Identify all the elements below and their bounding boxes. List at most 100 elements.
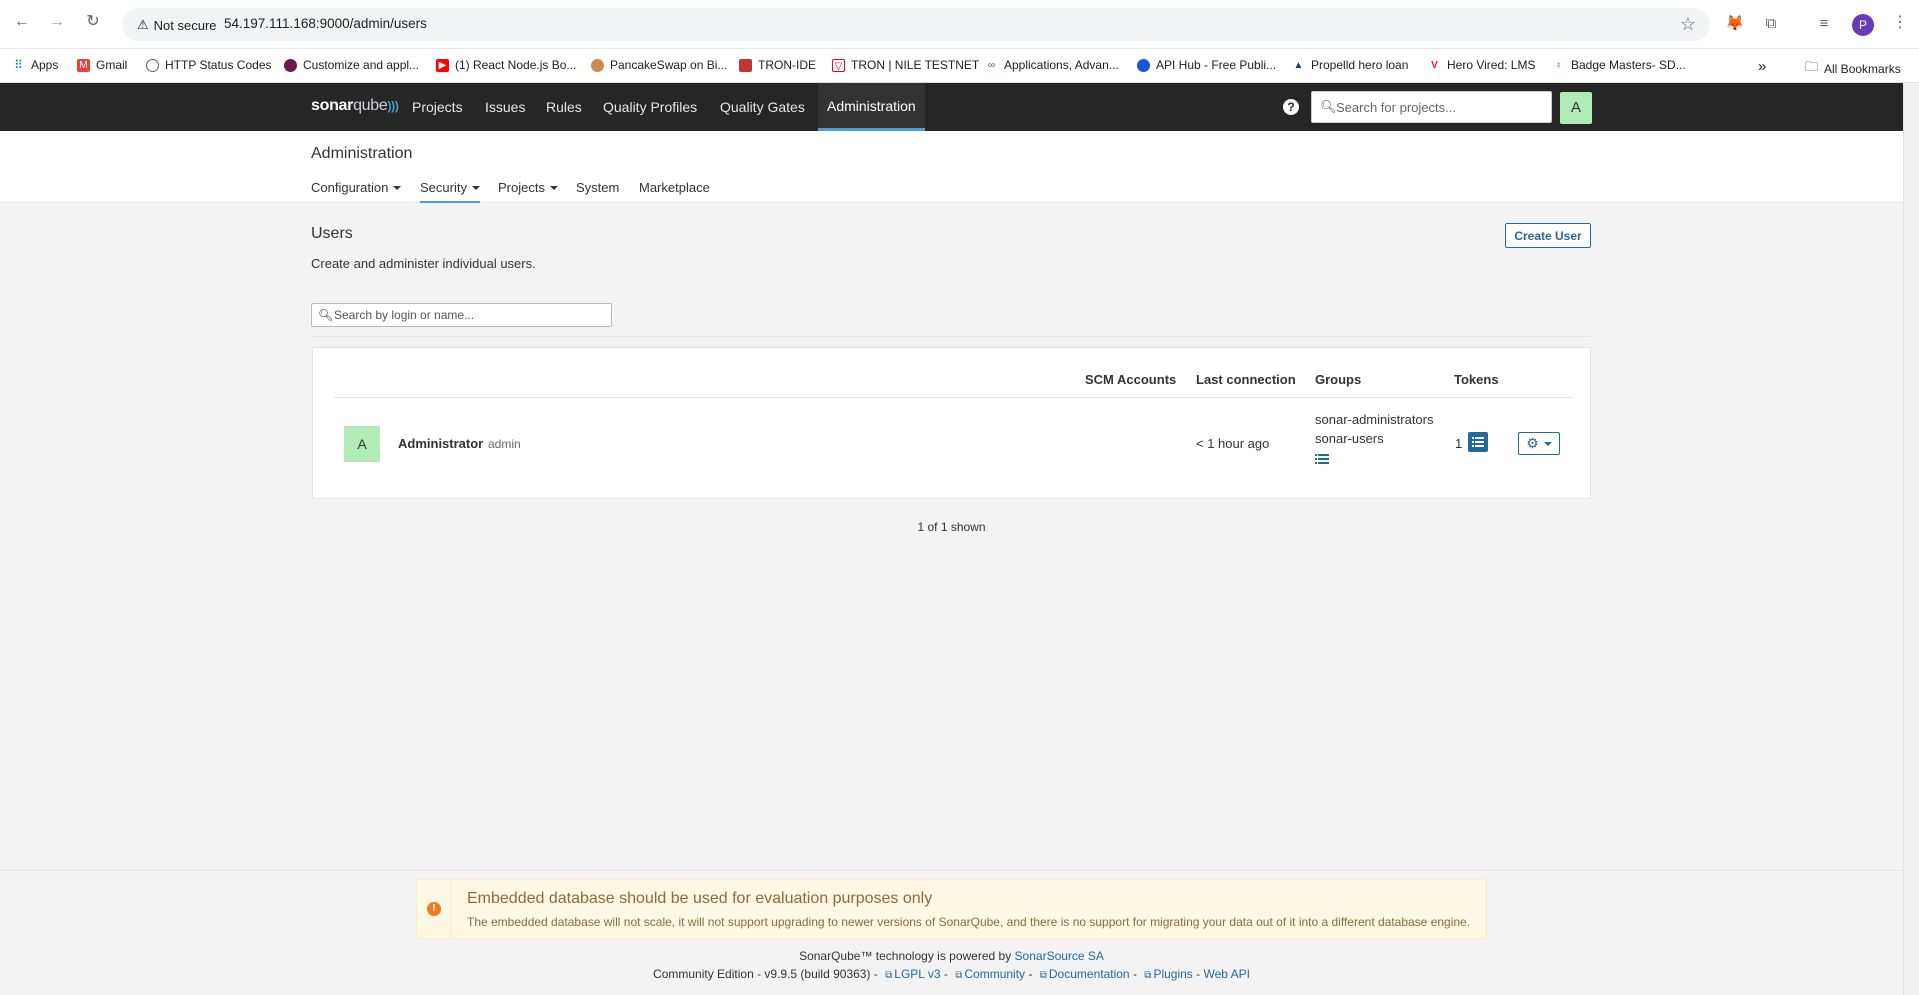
menu-configuration[interactable]: Configuration — [311, 180, 402, 201]
search-icon: 🔍︎ — [318, 308, 334, 322]
alert-icon-container: ! — [417, 880, 451, 938]
footer-divider — [0, 870, 1903, 871]
group-item: sonar-users — [1315, 431, 1384, 446]
external-link-icon: ⧉ — [955, 970, 963, 981]
column-last-connection: Last connection — [1196, 372, 1296, 387]
column-scm-accounts: SCM Accounts — [1085, 372, 1177, 387]
apps-grid-icon: ⠿ — [14, 57, 23, 72]
menu-security[interactable]: Security — [420, 180, 480, 203]
all-bookmarks[interactable]: 🗀 All Bookmarks — [1805, 58, 1901, 80]
users-description: Create and administer individual users. — [311, 256, 536, 271]
address-bar[interactable]: ⚠ Not secure 54.197.111.168:9000/admin/u… — [122, 8, 1710, 41]
bookmark-http-status[interactable]: HTTP Status Codes — [146, 58, 272, 72]
propelld-icon: ▲ — [1293, 59, 1304, 71]
bookmark-tron-nile[interactable]: ▽ TRON | NILE TESTNET — [832, 58, 979, 72]
users-title: Users — [311, 225, 353, 242]
user-login: admin — [488, 437, 521, 451]
url-text[interactable]: 54.197.111.168:9000/admin/users — [224, 16, 427, 31]
nav-administration[interactable]: Administration — [818, 83, 925, 131]
bookmark-apps[interactable]: ⠿ Apps — [12, 58, 58, 72]
sonarqube-logo[interactable]: sonarqube))) — [311, 97, 399, 115]
search-icon: 🔍︎ — [1320, 99, 1337, 114]
more-bookmarks-icon[interactable]: » — [1758, 58, 1766, 75]
external-link-icon: ⧉ — [1039, 970, 1047, 981]
nav-projects[interactable]: Projects — [403, 83, 472, 131]
nav-rules[interactable]: Rules — [537, 83, 591, 131]
community-link[interactable]: Community — [964, 967, 1025, 981]
chevron-down-icon — [471, 185, 480, 190]
column-groups: Groups — [1315, 372, 1362, 387]
project-search-input[interactable] — [1336, 96, 1546, 118]
user-search-input[interactable] — [334, 306, 604, 324]
folder-icon: 🗀 — [1805, 59, 1819, 74]
badge-icon: ♁ — [1554, 59, 1563, 71]
chevron-down-icon — [393, 185, 402, 190]
menu-marketplace[interactable]: Marketplace — [639, 180, 710, 201]
documentation-link[interactable]: Documentation — [1049, 967, 1130, 981]
create-user-button[interactable]: Create User — [1505, 223, 1591, 248]
user-name: Administrator — [398, 436, 484, 451]
security-chip[interactable]: ⚠ Not secure — [130, 14, 224, 36]
metamask-fox-icon[interactable]: 🦊 — [1724, 13, 1746, 35]
menu-system[interactable]: System — [576, 180, 619, 201]
nav-quality-profiles[interactable]: Quality Profiles — [594, 83, 706, 131]
extensions-puzzle-icon[interactable]: ⧉ — [1760, 13, 1782, 35]
external-link-icon: ⧉ — [1144, 970, 1152, 981]
menu-projects[interactable]: Projects — [498, 180, 558, 201]
alert-text: The embedded database will not scale, it… — [467, 915, 1471, 929]
applications-icon: ∞ — [987, 59, 996, 71]
bookmark-hero-vired[interactable]: V Hero Vired: LMS — [1428, 58, 1535, 72]
browser-toolbar: ← → ↻ ⚠ Not secure 54.197.111.168:9000/a… — [0, 0, 1919, 49]
forward-icon[interactable]: → — [47, 12, 67, 32]
bookmark-pancakeswap[interactable]: PancakeSwap on Bi... — [591, 58, 727, 72]
sonarsource-link[interactable]: SonarSource SA — [1015, 949, 1104, 963]
pagination-count: 1 of 1 shown — [917, 520, 986, 534]
reload-icon[interactable]: ↻ — [83, 12, 103, 32]
tokens-list-icon[interactable] — [1468, 432, 1488, 452]
tron-ide-icon — [739, 58, 752, 72]
alert-title: Embedded database should be used for eva… — [467, 890, 933, 907]
bookmark-applications[interactable]: ∞ Applications, Advan... — [985, 58, 1119, 72]
bookmark-react-node[interactable]: ▶ (1) React Node.js Bo... — [436, 58, 576, 72]
bookmark-propelld[interactable]: ▲ Propelld hero loan — [1292, 58, 1409, 72]
help-icon[interactable]: ? — [1283, 99, 1299, 115]
api-hub-icon — [1137, 58, 1150, 72]
bookmark-gmail[interactable]: M Gmail — [77, 58, 127, 72]
web-api-link[interactable]: Web API — [1203, 967, 1249, 981]
user-search-box[interactable]: 🔍︎ — [311, 303, 612, 327]
external-link-icon: ⧉ — [885, 970, 893, 981]
page-scrollbar[interactable] — [1903, 83, 1919, 995]
edit-groups-list-icon[interactable] — [1315, 452, 1329, 466]
admin-header: Administration Configuration Security Pr… — [0, 131, 1903, 203]
header-divider — [333, 397, 1572, 398]
bookmark-customize[interactable]: Customize and appl... — [284, 58, 419, 72]
media-queue-icon[interactable]: ≡ — [1813, 13, 1835, 35]
nav-quality-gates[interactable]: Quality Gates — [711, 83, 814, 131]
bookmark-star-icon[interactable]: ☆ — [1680, 14, 1696, 35]
users-table: SCM Accounts Last connection Groups Toke… — [312, 347, 1591, 499]
user-avatar[interactable]: A — [1560, 92, 1592, 124]
page-title: Administration — [311, 145, 413, 162]
logo-wave-icon: ))) — [387, 99, 399, 113]
bookmark-tron-ide[interactable]: TRON-IDE — [739, 58, 816, 72]
bookmarks-bar: ⠿ Apps M Gmail HTTP Status Codes Customize… — [0, 49, 1919, 83]
project-search-box[interactable]: 🔍︎ — [1311, 91, 1552, 123]
crown-icon — [284, 58, 297, 72]
gmail-icon: M — [77, 58, 90, 72]
bookmark-badge-masters[interactable]: ♁ Badge Masters- SD... — [1552, 58, 1686, 72]
lgpl-link[interactable]: LGPL v3 — [894, 967, 940, 981]
sonarqube-navbar: sonarqube))) Projects Issues Rules Quali… — [0, 83, 1903, 131]
user-actions-gear-button[interactable]: ⚙ — [1518, 432, 1560, 455]
powered-by: SonarQube™ technology is powered by Sona… — [799, 949, 1104, 963]
back-icon[interactable]: ← — [12, 12, 32, 32]
pancakeswap-icon — [591, 58, 604, 72]
nav-issues[interactable]: Issues — [476, 83, 534, 131]
bookmark-api-hub[interactable]: API Hub - Free Publi... — [1137, 58, 1276, 72]
browser-menu-icon[interactable]: ⋮ — [1892, 12, 1908, 32]
tokens-count: 1 — [1455, 436, 1463, 451]
hero-vired-icon: V — [1431, 59, 1438, 71]
tron-icon: ▽ — [832, 58, 845, 72]
divider — [311, 336, 1591, 337]
profile-avatar[interactable]: P — [1852, 14, 1874, 36]
plugins-link[interactable]: Plugins — [1153, 967, 1192, 981]
